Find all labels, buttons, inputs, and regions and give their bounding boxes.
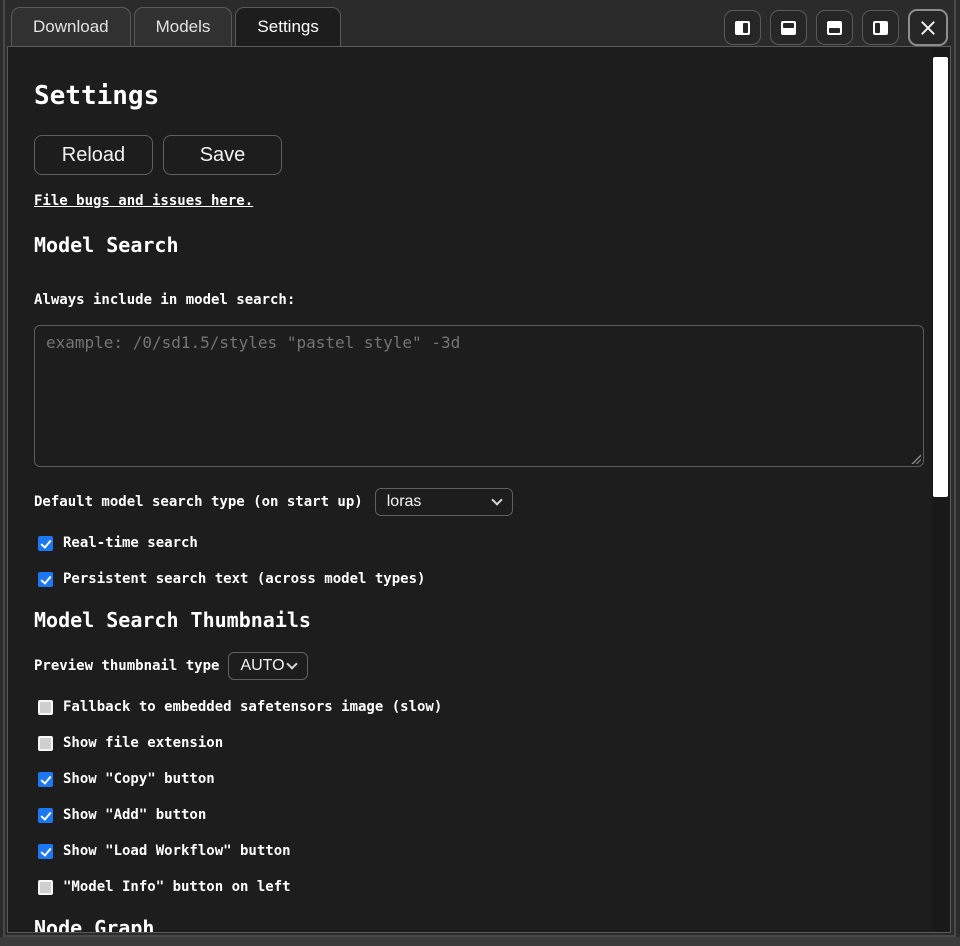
panel-position-right-icon <box>735 21 750 35</box>
panel-position-top-icon <box>781 21 796 35</box>
panel-position-bottom-button[interactable] <box>816 10 853 45</box>
show-file-extension-checkbox[interactable] <box>38 736 53 751</box>
window-controls <box>724 9 948 46</box>
default-search-type-value: loras <box>387 493 422 511</box>
default-search-type-row: Default model search type (on start up) … <box>34 488 513 516</box>
preview-thumbnail-row: Preview thumbnail type AUTO <box>34 652 308 680</box>
close-button[interactable] <box>908 9 948 46</box>
preview-thumbnail-label: Preview thumbnail type <box>34 658 219 674</box>
always-include-label: Always include in model search: <box>34 292 295 308</box>
preview-thumbnail-select[interactable]: AUTO <box>228 652 308 680</box>
reload-button[interactable]: Reload <box>34 135 153 175</box>
panel-position-bottom-icon <box>827 21 842 35</box>
resize-grip-icon[interactable] <box>910 453 921 464</box>
persistent-search-label: Persistent search text (across model typ… <box>63 571 425 587</box>
model-info-left-checkbox[interactable] <box>38 880 53 895</box>
chevron-down-icon <box>287 658 298 669</box>
always-include-textarea[interactable] <box>34 325 924 467</box>
panel-position-left-icon <box>873 21 888 35</box>
show-load-workflow-checkbox[interactable] <box>38 844 53 859</box>
panel-position-right-button[interactable] <box>724 10 761 45</box>
panel-position-left-button[interactable] <box>862 10 899 45</box>
show-add-button-checkbox[interactable] <box>38 808 53 823</box>
vertical-scrollbar-thumb[interactable] <box>933 57 948 497</box>
show-add-button-label: Show "Add" button <box>63 807 206 823</box>
default-search-type-label: Default model search type (on start up) <box>34 494 363 510</box>
realtime-search-label: Real-time search <box>63 535 198 551</box>
settings-panel: Settings Reload Save File bugs and issue… <box>7 46 951 933</box>
show-file-extension-row: Show file extension <box>38 735 223 751</box>
preview-thumbnail-value: AUTO <box>240 657 284 675</box>
always-include-wrap <box>34 325 924 467</box>
section-title-model-search: Model Search <box>34 233 179 257</box>
fallback-safetensors-label: Fallback to embedded safetensors image (… <box>63 699 442 715</box>
show-copy-button-label: Show "Copy" button <box>63 771 215 787</box>
panel-position-top-button[interactable] <box>770 10 807 45</box>
save-button[interactable]: Save <box>163 135 282 175</box>
persistent-search-row: Persistent search text (across model typ… <box>38 571 425 587</box>
default-search-type-select[interactable]: loras <box>375 488 513 516</box>
show-copy-button-checkbox[interactable] <box>38 772 53 787</box>
section-title-node-graph: Node Graph <box>34 916 154 932</box>
chevron-down-icon <box>491 494 502 505</box>
plugin-window: Download Models Settings Settings Reload… <box>3 0 956 937</box>
tab-models[interactable]: Models <box>134 7 233 46</box>
page-title: Settings <box>34 81 159 111</box>
show-file-extension-label: Show file extension <box>63 735 223 751</box>
vertical-scrollbar-track[interactable] <box>932 48 949 931</box>
show-copy-button-row: Show "Copy" button <box>38 771 215 787</box>
window-bottom-edge <box>0 937 960 946</box>
tab-download[interactable]: Download <box>11 7 131 46</box>
fallback-safetensors-checkbox[interactable] <box>38 700 53 715</box>
realtime-search-row: Real-time search <box>38 535 198 551</box>
tab-settings[interactable]: Settings <box>235 7 340 48</box>
file-bugs-link[interactable]: File bugs and issues here. <box>34 193 253 209</box>
show-load-workflow-row: Show "Load Workflow" button <box>38 843 291 859</box>
model-info-left-label: "Model Info" button on left <box>63 879 291 895</box>
fallback-safetensors-row: Fallback to embedded safetensors image (… <box>38 699 442 715</box>
close-x-icon <box>920 20 936 36</box>
action-button-row: Reload Save <box>34 135 282 175</box>
model-info-left-row: "Model Info" button on left <box>38 879 291 895</box>
show-load-workflow-label: Show "Load Workflow" button <box>63 843 291 859</box>
persistent-search-checkbox[interactable] <box>38 572 53 587</box>
show-add-button-row: Show "Add" button <box>38 807 206 823</box>
section-title-thumbnails: Model Search Thumbnails <box>34 608 311 632</box>
realtime-search-checkbox[interactable] <box>38 536 53 551</box>
settings-content: Settings Reload Save File bugs and issue… <box>8 47 931 932</box>
